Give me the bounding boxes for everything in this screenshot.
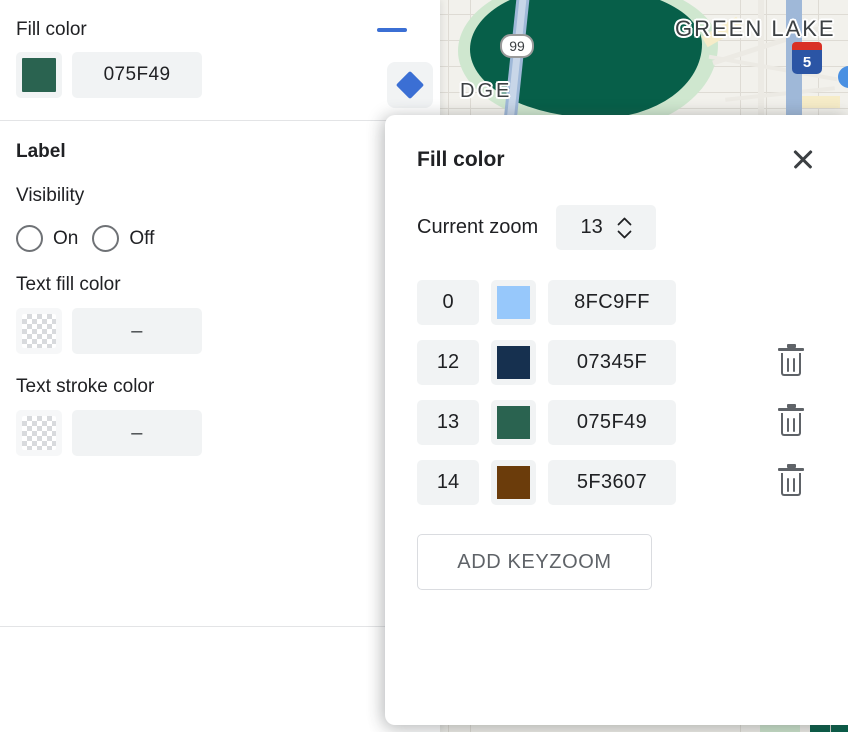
keyzoom-row: 14 5F3607 <box>385 452 848 512</box>
keyzoom-swatch-button[interactable] <box>491 399 536 445</box>
text-fill-color-hex-input[interactable]: – <box>72 308 202 354</box>
fill-color-section-header[interactable]: Fill color <box>0 0 440 44</box>
text-fill-color-label: Text fill color <box>16 274 121 295</box>
fill-color-swatch <box>22 58 56 92</box>
text-stroke-color-swatch-button[interactable] <box>16 410 62 456</box>
current-zoom-row: Current zoom 13 <box>385 175 848 250</box>
fill-color-dialog: Fill color Current zoom 13 0 8FC9FF 12 0734 <box>385 115 848 725</box>
delete-icon[interactable] <box>778 343 804 377</box>
keyzoom-color-swatch <box>497 345 530 379</box>
fill-color-control-row: 075F49 <box>0 44 440 120</box>
keyzoom-hex-input[interactable]: 8FC9FF <box>548 279 676 325</box>
radio-circle-icon <box>16 225 43 252</box>
text-stroke-color-hex-input[interactable]: – <box>72 410 202 456</box>
diamond-icon <box>395 70 425 100</box>
visibility-off-label: Off <box>129 227 155 249</box>
delete-icon[interactable] <box>778 463 804 497</box>
keyzoom-row: 13 075F49 <box>385 392 848 452</box>
dialog-header: Fill color <box>385 115 848 175</box>
keyzoom-level-input[interactable]: 14 <box>417 459 479 505</box>
transparent-checker-icon <box>22 314 56 348</box>
current-zoom-value: 13 <box>580 216 603 238</box>
visibility-radio-off[interactable]: Off <box>92 225 154 252</box>
current-zoom-stepper[interactable]: 13 <box>556 205 657 250</box>
keyzoom-swatch-button[interactable] <box>491 459 536 505</box>
text-stroke-color-control-row: – <box>16 410 424 456</box>
chevron-down-icon[interactable] <box>617 230 632 239</box>
keyzoom-color-swatch <box>497 405 530 439</box>
text-fill-color-control-row: – <box>16 308 424 354</box>
text-fill-color-swatch-button[interactable] <box>16 308 62 354</box>
keyzoom-hex-input[interactable]: 5F3607 <box>548 459 676 505</box>
keyzoom-row-list: 0 8FC9FF 12 07345F 13 075F49 14 5F3607 <box>385 250 848 512</box>
keyzoom-row: 12 07345F <box>385 332 848 392</box>
fill-color-hex-input[interactable]: 075F49 <box>72 52 202 98</box>
keyzoom-level-input[interactable]: 13 <box>417 399 479 445</box>
visibility-radio-group: On Off <box>16 225 424 252</box>
radio-circle-icon <box>92 225 120 252</box>
style-editor-screen: 99 5 GREEN LAKE DGE Fill color 075F49 La… <box>0 0 848 732</box>
keyzoom-level-input[interactable]: 12 <box>417 339 479 385</box>
visibility-radio-on[interactable]: On <box>16 225 78 252</box>
keyzoom-swatch-button[interactable] <box>491 339 536 385</box>
style-properties-panel: Fill color 075F49 Label Visibility On Of… <box>0 0 440 732</box>
interstate-number: 5 <box>802 54 812 71</box>
chevron-up-icon[interactable] <box>617 217 632 226</box>
visibility-label: Visibility <box>16 185 85 206</box>
delete-icon[interactable] <box>778 403 804 437</box>
current-zoom-label: Current zoom <box>417 216 539 238</box>
fill-color-swatch-button[interactable] <box>16 52 62 98</box>
visibility-on-label: On <box>53 227 79 249</box>
keyzoom-color-swatch <box>497 285 530 319</box>
label-section-heading: Label <box>16 141 66 162</box>
close-icon[interactable] <box>788 145 818 175</box>
fill-color-title: Fill color <box>16 19 87 40</box>
map-poi-dot <box>838 66 848 88</box>
keyzoom-diamond-button[interactable] <box>387 62 433 108</box>
label-section: Label Visibility On Off Text fill color … <box>0 121 440 456</box>
section-divider-2 <box>0 626 440 627</box>
keyzoom-swatch-button[interactable] <box>491 279 536 325</box>
add-keyzoom-button[interactable]: ADD KEYZOOM <box>417 534 652 590</box>
text-stroke-color-label: Text stroke color <box>16 376 155 397</box>
delete-placeholder <box>778 288 804 317</box>
add-keyzoom-wrap: ADD KEYZOOM <box>385 512 848 590</box>
keyzoom-row: 0 8FC9FF <box>385 272 848 332</box>
stepper-arrows[interactable] <box>617 217 632 239</box>
keyzoom-hex-input[interactable]: 07345F <box>548 339 676 385</box>
keyzoom-hex-input[interactable]: 075F49 <box>548 399 676 445</box>
highway-shield-99: 99 <box>500 34 534 58</box>
interstate-shield-5: 5 <box>792 42 822 74</box>
keyzoom-level-input[interactable]: 0 <box>417 279 479 325</box>
keyzoom-color-swatch <box>497 465 530 499</box>
minus-icon[interactable] <box>377 28 407 32</box>
map-label-dge: DGE <box>460 80 513 102</box>
transparent-checker-icon <box>22 416 56 450</box>
map-label-green-lake: GREEN LAKE <box>675 16 836 41</box>
dialog-title: Fill color <box>417 148 505 171</box>
